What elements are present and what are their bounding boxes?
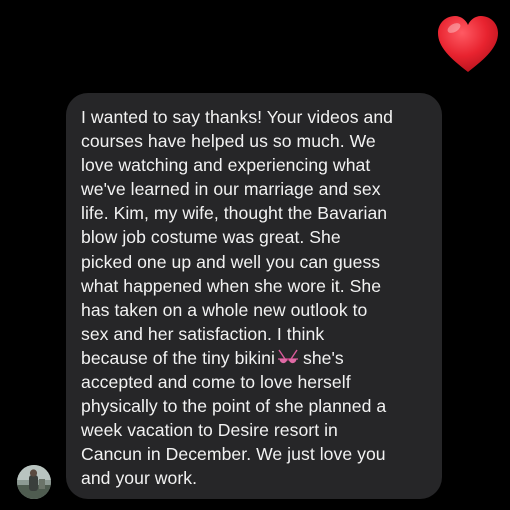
message-line-part: she's bbox=[302, 347, 344, 368]
message-line: courses have helped us so much. We bbox=[81, 131, 376, 152]
message-line: physically to the point of she planned a bbox=[81, 396, 387, 417]
message-line: life. Kim, my wife, thought the Bavarian bbox=[81, 203, 388, 224]
message-line: because of the tiny bikini she's bbox=[81, 346, 428, 370]
message-line: we've learned in our marriage and sex bbox=[81, 179, 381, 200]
message-line: love watching and experiencing what bbox=[81, 155, 371, 176]
message-line: sex and her satisfaction. I think bbox=[81, 323, 325, 344]
message-line: week vacation to Desire resort in bbox=[81, 420, 338, 441]
avatar-photo bbox=[17, 465, 51, 499]
bikini-icon bbox=[277, 349, 299, 367]
message-line-part: because of the tiny bikini bbox=[81, 347, 275, 368]
message-line: Cancun in December. We just love you bbox=[81, 444, 386, 465]
message-line: blow job costume was great. She bbox=[81, 227, 341, 248]
message-text: I wanted to say thanks! Your videos and … bbox=[81, 105, 428, 491]
message-line: what happened when she wore it. She bbox=[81, 275, 382, 296]
message-bubble[interactable]: I wanted to say thanks! Your videos and … bbox=[66, 93, 442, 499]
message-line: and your work. bbox=[81, 468, 198, 489]
sender-avatar[interactable] bbox=[17, 465, 51, 499]
heart-icon bbox=[438, 16, 498, 72]
message-line: has taken on a whole new outlook to bbox=[81, 299, 368, 320]
message-line: I wanted to say thanks! Your videos and bbox=[81, 107, 394, 127]
heart-reaction-icon[interactable] bbox=[436, 14, 500, 76]
message-line: picked one up and well you can guess bbox=[81, 251, 381, 272]
message-line: accepted and come to love herself bbox=[81, 372, 351, 393]
